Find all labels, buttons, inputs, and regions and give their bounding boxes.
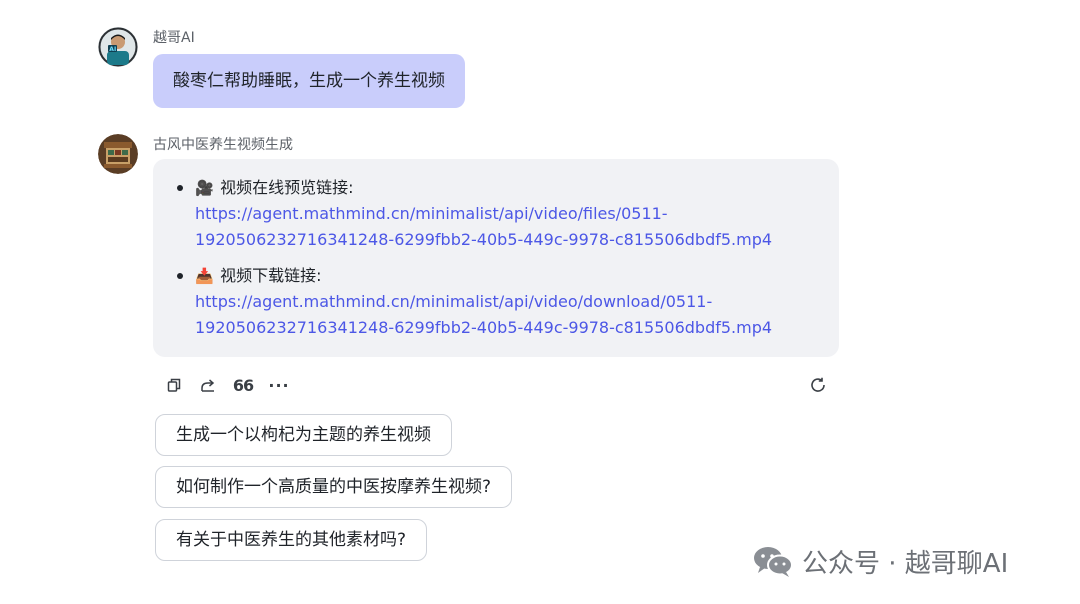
- bot-avatar[interactable]: [98, 134, 138, 174]
- user-sender-name: 越哥AI: [153, 30, 195, 46]
- download-link-label: 视频下载链接:: [220, 266, 322, 285]
- user-avatar[interactable]: AI: [98, 27, 138, 67]
- bullet-dot: [177, 185, 183, 191]
- list-item: 📥 视频下载链接: https://agent.mathmind.cn/mini…: [177, 263, 819, 341]
- more-icon[interactable]: ···: [266, 372, 292, 398]
- bot-reply-card: 🎥 视频在线预览链接: https://agent.mathmind.cn/mi…: [153, 159, 839, 357]
- refresh-icon[interactable]: [805, 372, 831, 398]
- message-action-bar: 66 ···: [153, 372, 839, 398]
- watermark: 公众号 · 越哥聊AI: [752, 541, 1008, 581]
- share-icon[interactable]: [195, 372, 221, 398]
- suggestion-button[interactable]: 有关于中医养生的其他素材吗?: [155, 519, 428, 561]
- chat-page: AI 越哥AI 酸枣仁帮助睡眠，生成一个养生视频 古风中医养生视频生成 🎥 视频…: [0, 0, 1080, 604]
- download-link-line-1[interactable]: https://agent.mathmind.cn/minimalist/api…: [195, 289, 819, 315]
- download-tray-icon: 📥: [195, 267, 214, 285]
- preview-link-line-1[interactable]: https://agent.mathmind.cn/minimalist/api…: [195, 201, 819, 227]
- quote-icon[interactable]: 66: [230, 372, 256, 398]
- preview-link-line-2[interactable]: 1920506232716341248-6299fbb2-40b5-449c-9…: [195, 227, 819, 253]
- download-link-line-2[interactable]: 1920506232716341248-6299fbb2-40b5-449c-9…: [195, 315, 819, 341]
- user-message-bubble: 酸枣仁帮助睡眠，生成一个养生视频: [153, 54, 465, 108]
- suggestion-button[interactable]: 如何制作一个高质量的中医按摩养生视频?: [155, 466, 513, 508]
- suggestion-button[interactable]: 生成一个以枸杞为主题的养生视频: [155, 414, 452, 456]
- preview-link-label: 视频在线预览链接:: [220, 178, 354, 197]
- video-camera-icon: 🎥: [195, 179, 214, 197]
- bullet-dot: [177, 273, 183, 279]
- watermark-text: 公众号 · 越哥聊AI: [802, 548, 1009, 579]
- list-item: 🎥 视频在线预览链接: https://agent.mathmind.cn/mi…: [177, 175, 819, 253]
- svg-text:AI: AI: [109, 46, 116, 53]
- wechat-icon: [754, 547, 793, 577]
- copy-icon[interactable]: [161, 372, 187, 398]
- bot-sender-name: 古风中医养生视频生成: [153, 137, 293, 153]
